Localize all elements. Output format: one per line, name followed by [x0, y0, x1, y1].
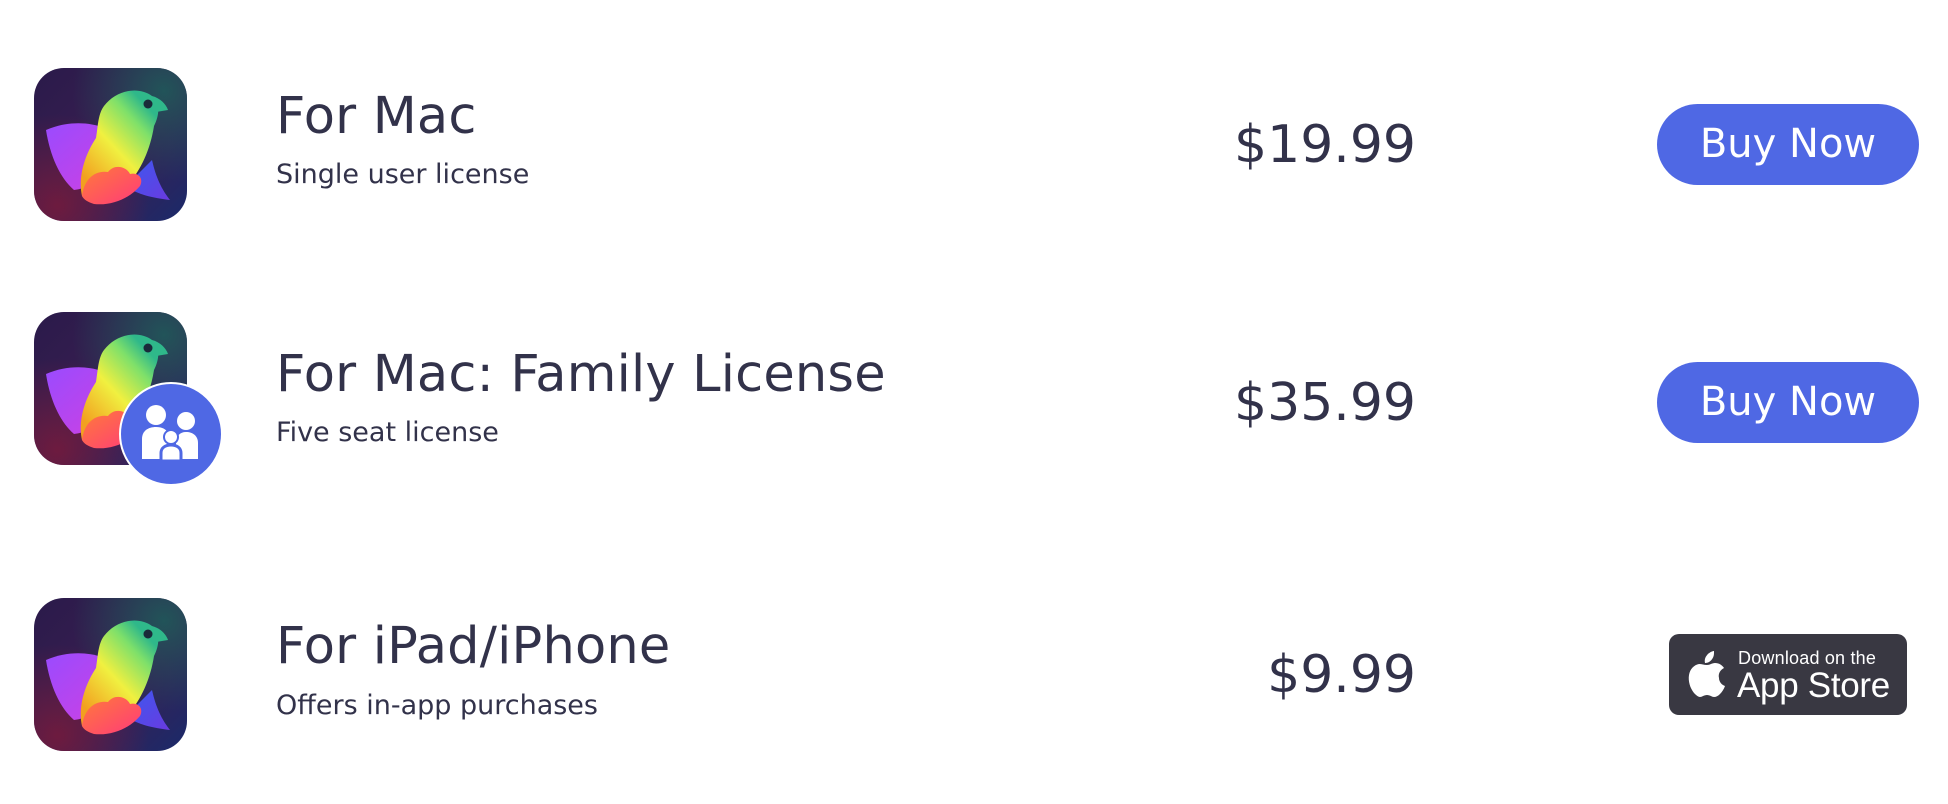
product-title: For iPad/iPhone [276, 617, 671, 676]
product-price: $35.99 [1234, 373, 1416, 433]
product-price: $9.99 [1267, 645, 1416, 705]
product-subtitle: Offers in-app purchases [276, 690, 598, 721]
product-title: For Mac: Family License [276, 345, 886, 404]
product-subtitle: Five seat license [276, 417, 499, 448]
buy-now-button-mac[interactable]: Buy Now [1657, 104, 1919, 185]
product-title: For Mac [276, 87, 477, 146]
apple-icon [1688, 651, 1726, 697]
app-store-large-text: App Store [1737, 666, 1890, 705]
bird-app-icon [34, 598, 187, 751]
app-store-small-text: Download on the [1738, 648, 1877, 668]
product-price: $19.99 [1234, 115, 1416, 175]
bird-app-icon [34, 68, 187, 221]
buy-now-button-family[interactable]: Buy Now [1657, 362, 1919, 443]
product-subtitle: Single user license [276, 159, 530, 190]
app-store-button[interactable]: Download on the App Store [1669, 634, 1907, 715]
family-icon [118, 381, 224, 487]
